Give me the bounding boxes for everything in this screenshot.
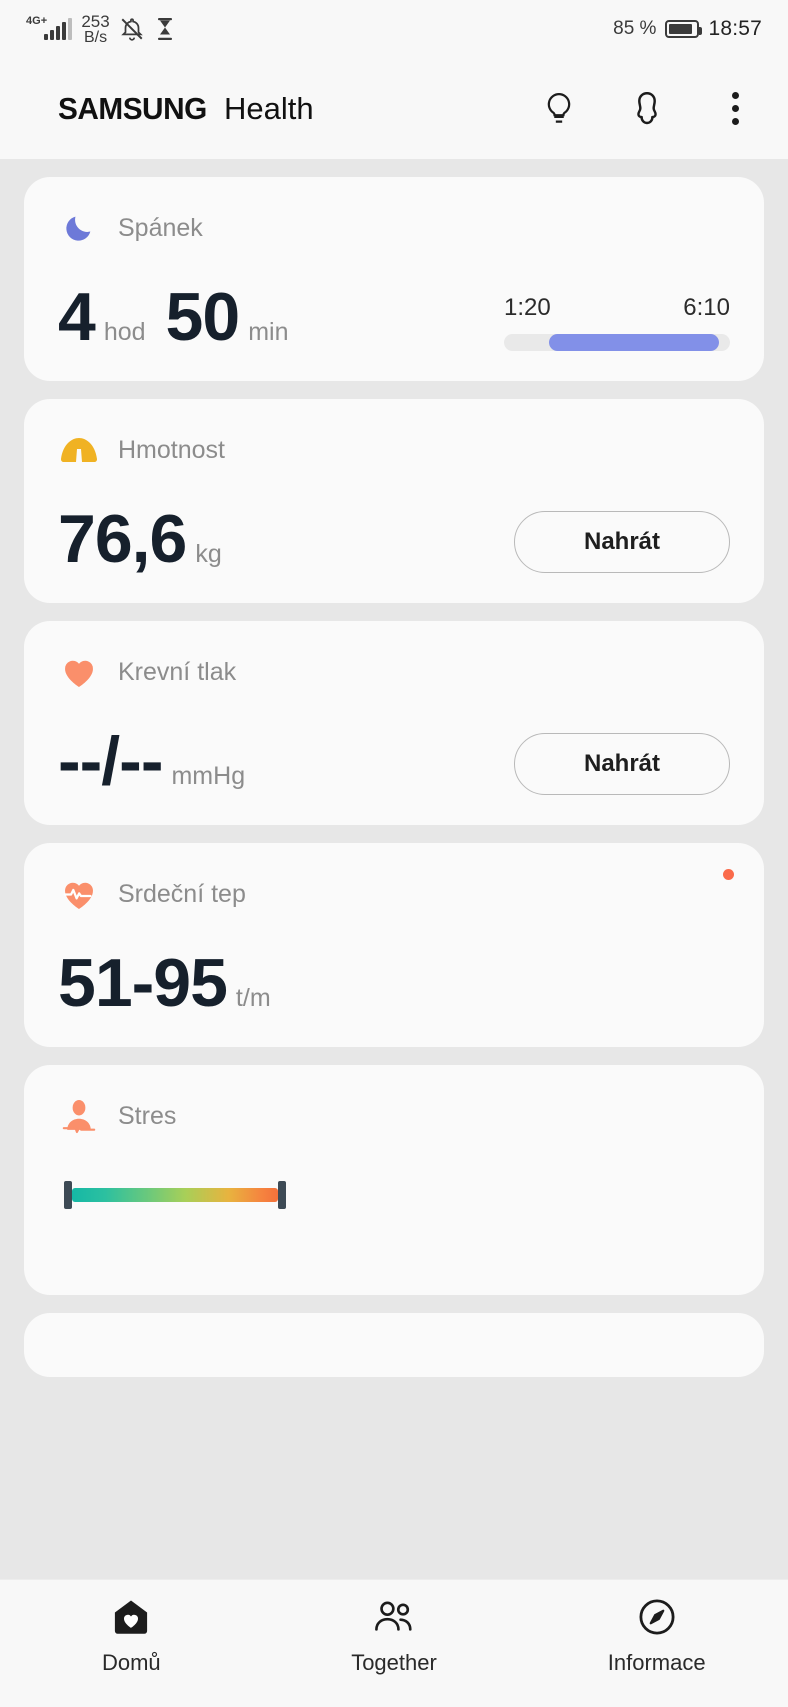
heart-icon [58, 651, 100, 693]
app-header: SAMSUNG Health [0, 58, 788, 159]
weight-value-group: 76,6 kg [58, 505, 222, 573]
card-weight-title: Hmotnost [118, 435, 225, 464]
bell-muted-icon [119, 16, 145, 42]
card-blood-pressure-header: Krevní tlak [58, 651, 730, 693]
nav-item-info[interactable]: Informace [525, 1594, 788, 1676]
moon-icon [58, 207, 100, 249]
weight-value: 76,6 [58, 501, 187, 577]
card-stress-title: Stres [118, 1101, 177, 1130]
more-options-icon[interactable] [712, 86, 758, 132]
sleep-minutes-unit: min [248, 318, 289, 346]
status-bar-right: 85 % 18:57 [613, 17, 762, 41]
stress-gauge [64, 1181, 286, 1209]
sleep-hours-value: 4 [58, 279, 96, 355]
blood-pressure-value-group: --/-- mmHg [58, 727, 245, 795]
nav-item-together[interactable]: Together [263, 1594, 526, 1676]
card-blood-pressure[interactable]: Krevní tlak --/-- mmHg Nahrát [24, 621, 764, 825]
sleep-minutes-value: 50 [165, 279, 241, 355]
hourglass-icon [154, 17, 176, 41]
blood-pressure-unit: mmHg [171, 762, 246, 790]
card-blood-pressure-body: --/-- mmHg Nahrát [58, 727, 730, 795]
dashboard-scroll-area[interactable]: Spánek 4 hod 50 min 1:20 6:10 Hmotnost 7… [0, 159, 788, 1579]
bottom-navigation: Domů Together Informace [0, 1579, 788, 1707]
card-sleep-body: 4 hod 50 min 1:20 6:10 [58, 283, 730, 351]
weight-upload-button[interactable]: Nahrát [514, 511, 730, 573]
compass-icon [636, 1594, 678, 1640]
nav-label-together: Together [351, 1650, 437, 1675]
scale-icon [58, 429, 100, 471]
sleep-end-time: 6:10 [683, 294, 730, 321]
card-blood-pressure-title: Krevní tlak [118, 657, 237, 686]
tips-icon[interactable] [536, 86, 582, 132]
sleep-duration: 4 hod 50 min [58, 283, 288, 351]
brand-app-label: Health [223, 90, 314, 126]
nav-item-home[interactable]: Domů [0, 1594, 263, 1676]
clock-label: 18:57 [708, 17, 762, 40]
signal-icon: 4G 4G+ [26, 15, 73, 40]
card-sleep-header: Spánek [58, 207, 730, 249]
weight-unit: kg [195, 540, 222, 568]
nav-label-home: Domů [101, 1650, 161, 1675]
heart-pulse-icon [58, 873, 100, 915]
sleep-start-time: 1:20 [504, 294, 551, 321]
battery-percent-label: 85 % [613, 18, 657, 39]
people-icon [371, 1594, 417, 1640]
heart-rate-value: 51-95 [58, 945, 228, 1021]
card-weight-body: 76,6 kg Nahrát [58, 505, 730, 573]
network-type-label: 4G+ [26, 15, 48, 27]
blood-pressure-value: --/-- [58, 723, 163, 799]
data-rate: 253 B/s [81, 11, 110, 46]
brand-samsung-label: SAMSUNG [58, 90, 207, 126]
nav-label-info: Informace [607, 1650, 706, 1675]
heart-rate-unit: t/m [235, 984, 271, 1012]
card-heart-rate[interactable]: Srdeční tep 51-95 t/m [24, 843, 764, 1047]
profile-icon[interactable] [624, 86, 670, 132]
status-bar: 4G 4G+ 253 B/s 85 % 18:57 [0, 0, 788, 58]
app-title: SAMSUNG Health [58, 91, 536, 127]
heart-rate-value-group: 51-95 t/m [58, 949, 271, 1017]
card-weight[interactable]: Hmotnost 76,6 kg Nahrát [24, 399, 764, 603]
card-stress-header: Stres [58, 1095, 730, 1137]
heart-rate-notification-dot [723, 869, 734, 880]
battery-icon [665, 20, 703, 38]
status-bar-left: 4G 4G+ 253 B/s [26, 13, 613, 46]
card-next-partial[interactable] [24, 1313, 764, 1377]
blood-pressure-upload-button[interactable]: Nahrát [514, 733, 730, 795]
stress-gauge-cap-right [278, 1181, 286, 1209]
stress-gauge-bar [72, 1188, 278, 1202]
card-stress[interactable]: Stres [24, 1065, 764, 1295]
sleep-progress-fill [549, 334, 719, 351]
card-heart-rate-body: 51-95 t/m [58, 949, 730, 1017]
stress-gauge-cap-left [64, 1181, 72, 1209]
sleep-range: 1:20 6:10 [504, 294, 730, 351]
card-sleep-title: Spánek [118, 213, 203, 242]
home-heart-icon [110, 1594, 152, 1640]
header-actions [536, 86, 758, 132]
card-sleep[interactable]: Spánek 4 hod 50 min 1:20 6:10 [24, 177, 764, 381]
card-heart-rate-title: Srdeční tep [118, 879, 246, 908]
card-weight-header: Hmotnost [58, 429, 730, 471]
sleep-progress-track [504, 334, 730, 351]
stress-person-icon [58, 1095, 100, 1137]
sleep-hours-unit: hod [103, 318, 146, 346]
card-heart-rate-header: Srdeční tep [58, 873, 730, 915]
